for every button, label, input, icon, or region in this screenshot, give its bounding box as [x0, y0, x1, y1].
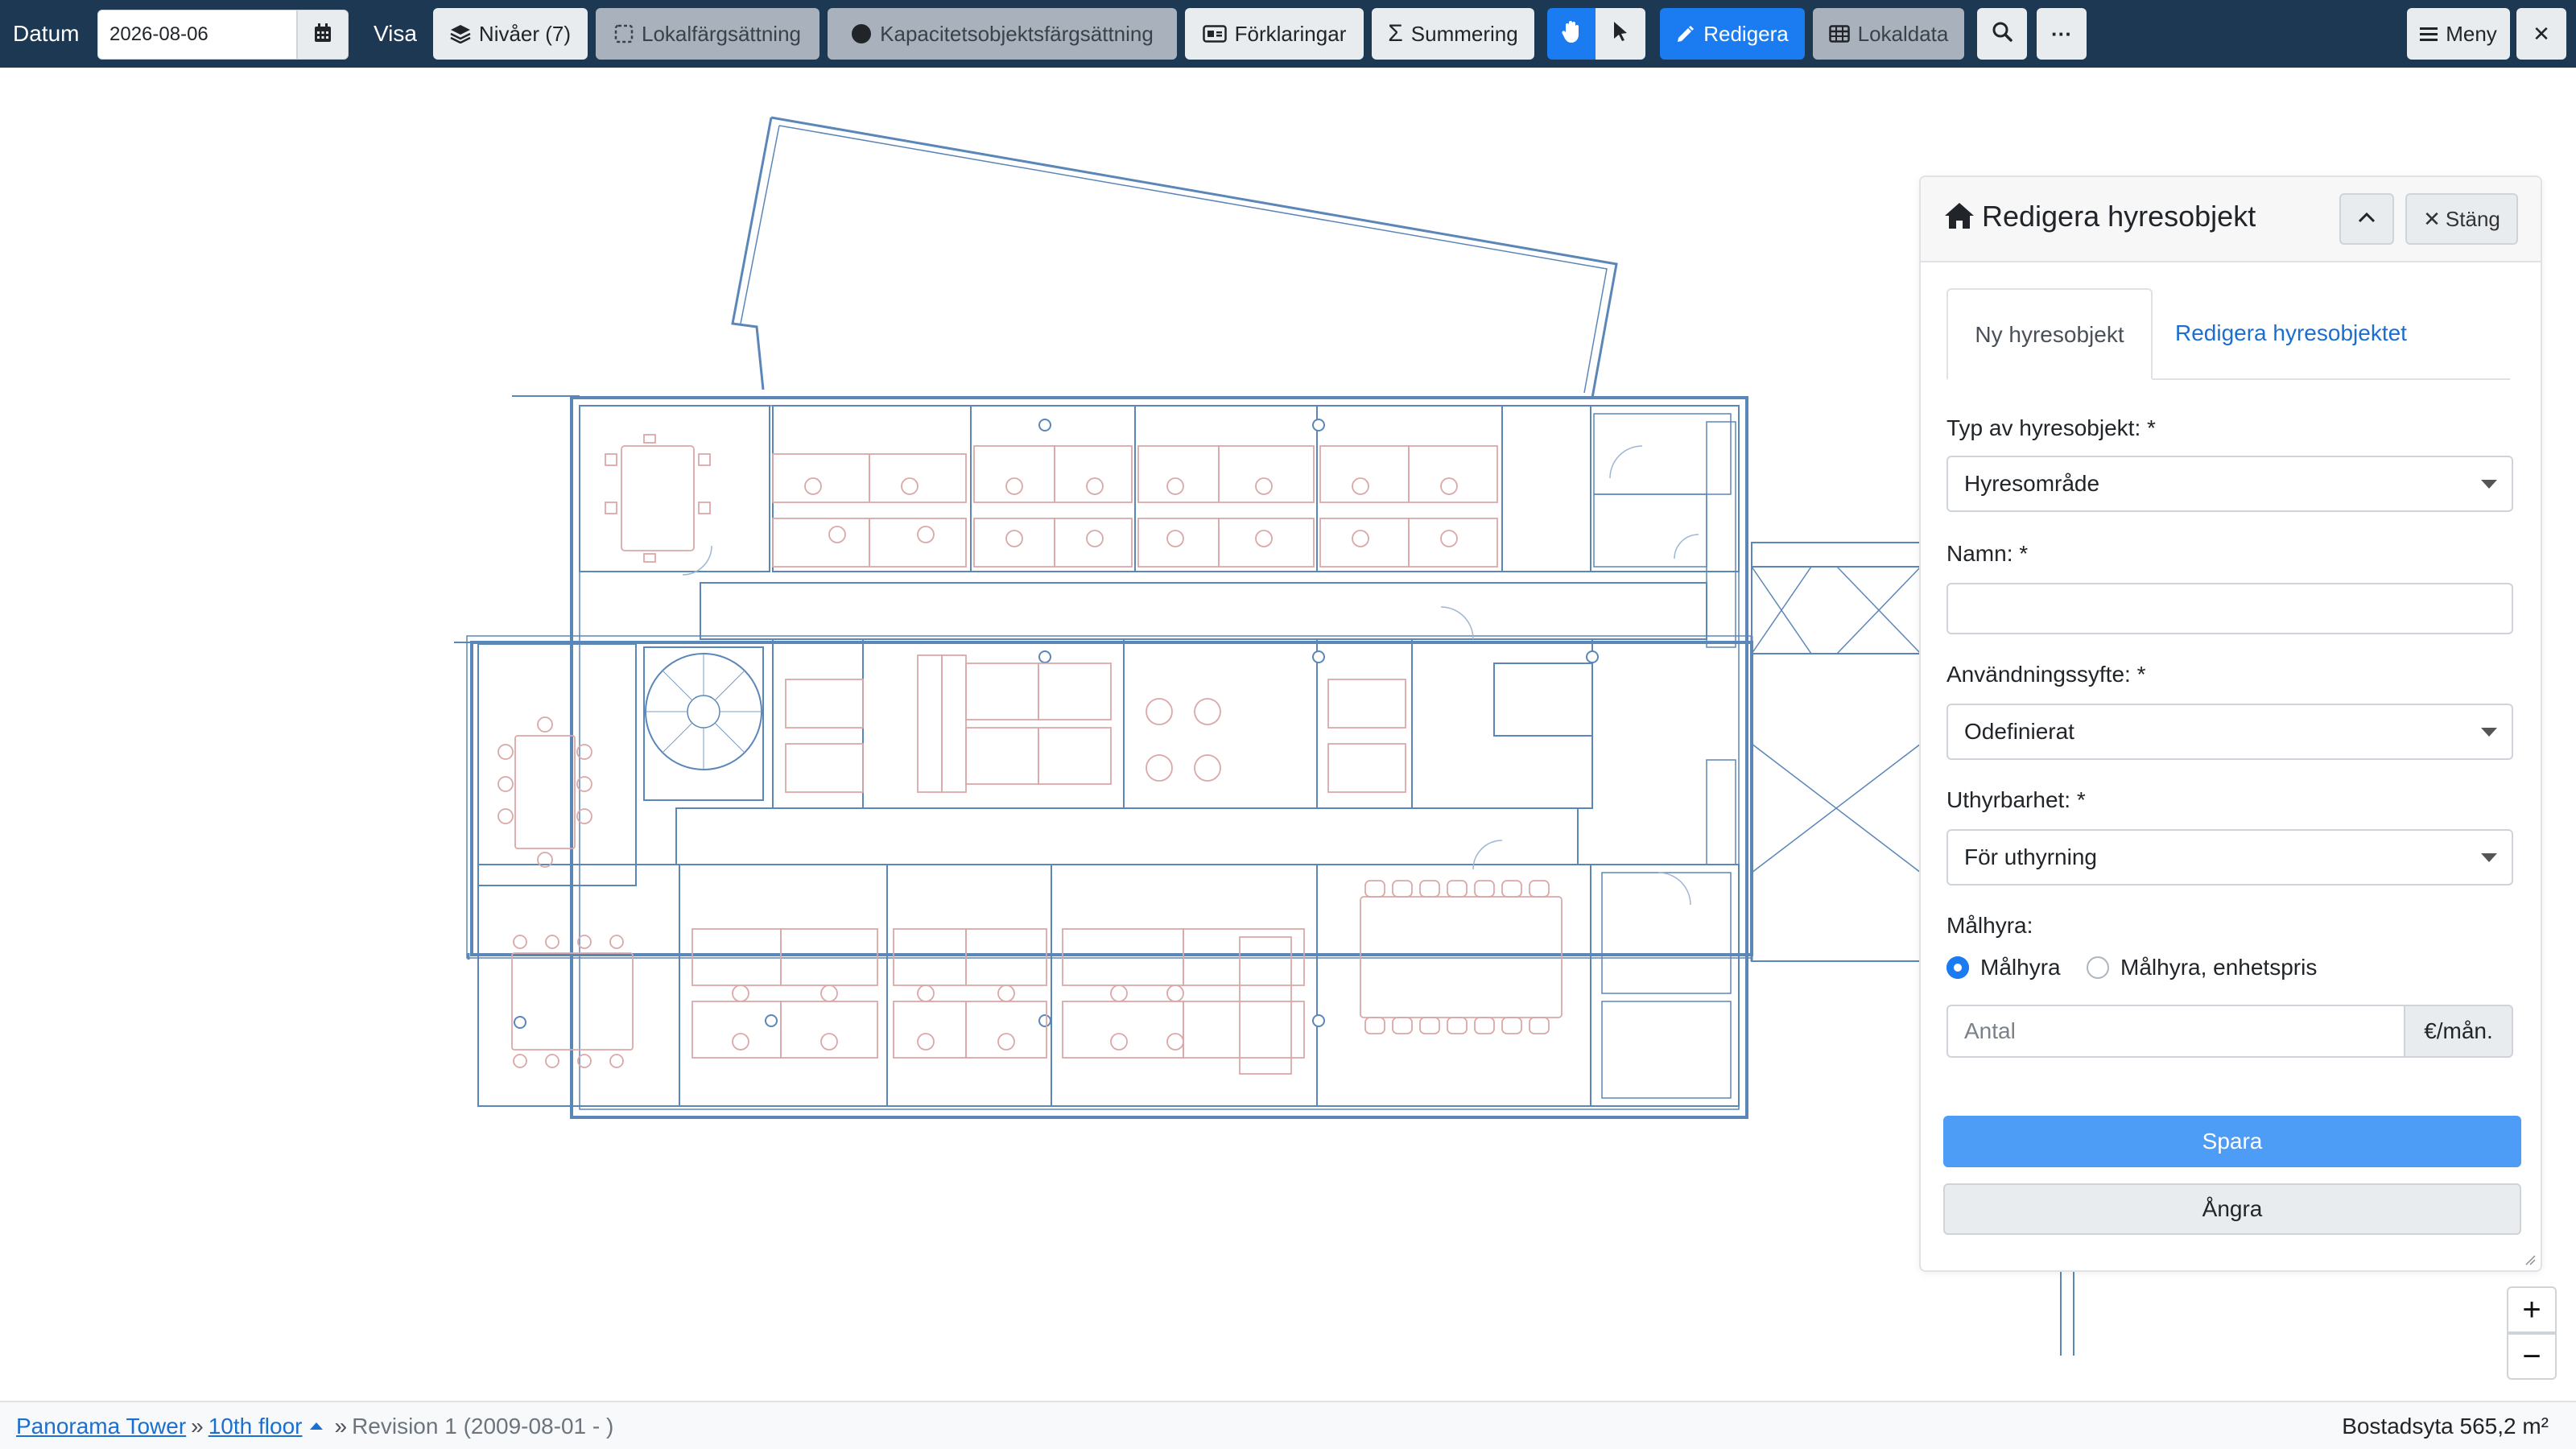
breadcrumb-revision: Revision 1 (2009-08-01 - ) [352, 1414, 614, 1439]
close-panel-button[interactable]: ✕ Stäng [2405, 193, 2518, 245]
top-toolbar: Datum 2026-08-06 Visa Nivåer (7) Lokalfä… [0, 0, 2576, 68]
breadcrumb: Panorama Tower» 10th floor» Revision 1 (20… [16, 1414, 613, 1439]
pencil-icon [1676, 24, 1695, 43]
search-button[interactable] [1977, 8, 2027, 60]
room-coloring-button[interactable]: Lokalfärgsättning [596, 8, 819, 60]
purpose-label: Användningssyfte: * [1946, 662, 2146, 687]
hamburger-icon [2420, 27, 2438, 41]
edit-rental-object-panel: Redigera hyresobjekt ✕ Stäng Ny hyresobj… [1919, 175, 2542, 1272]
purpose-select[interactable]: Odefinierat [1946, 704, 2513, 760]
area-summary: Bostadsyta 565,2 m² [2342, 1414, 2549, 1439]
radio-unit-price-label: Målhyra, enhetspris [2120, 955, 2318, 980]
select-tool-button[interactable] [1596, 8, 1645, 60]
caret-up-icon[interactable] [310, 1422, 324, 1430]
hand-icon [1561, 19, 1582, 49]
more-button[interactable]: ··· [2037, 8, 2087, 60]
panel-header: Redigera hyresobjekt ✕ Stäng [1921, 177, 2541, 262]
legends-label: Förklaringar [1234, 21, 1347, 46]
status-bar: Panorama Tower» 10th floor» Revision 1 (20… [0, 1401, 2576, 1449]
type-label: Typ av hyresobjekt: * [1946, 415, 2156, 440]
layers-icon [450, 24, 471, 43]
undo-button[interactable]: Ångra [1943, 1183, 2521, 1235]
rentability-value: För uthyrning [1964, 844, 2097, 869]
legends-button[interactable]: Förklaringar [1185, 8, 1364, 60]
save-button[interactable]: Spara [1943, 1116, 2521, 1167]
close-icon: ✕ [2533, 21, 2550, 46]
caret-down-icon [2481, 728, 2497, 737]
close-panel-label: Stäng [2445, 206, 2500, 231]
legend-card-icon [1202, 25, 1227, 43]
date-picker-button[interactable] [297, 10, 349, 60]
tab-edit-rental-object[interactable]: Redigera hyresobjektet [2175, 288, 2407, 380]
radio-target-rent-label: Målhyra [1980, 955, 2061, 980]
radio-unit-price[interactable]: Målhyra, enhetspris [2087, 955, 2317, 980]
levels-button[interactable]: Nivåer (7) [433, 8, 588, 60]
collapse-panel-button[interactable] [2339, 193, 2394, 245]
amount-input[interactable]: Antal [1946, 1005, 2405, 1058]
resize-grip-icon[interactable] [2524, 1254, 2536, 1265]
table-icon [1828, 25, 1850, 43]
tab-new-rental-object[interactable]: Ny hyresobjekt [1946, 288, 2153, 380]
panel-title: Redigera hyresobjekt [1982, 200, 2256, 233]
radio-selected-indicator [1946, 956, 1969, 979]
search-icon [1992, 21, 2013, 47]
radio-target-rent[interactable]: Målhyra [1946, 955, 2061, 980]
dashed-square-icon [614, 24, 634, 43]
zoom-out-button[interactable]: − [2507, 1333, 2557, 1380]
menu-label: Meny [2446, 21, 2497, 46]
menu-button[interactable]: Meny [2407, 8, 2510, 60]
rentability-select[interactable]: För uthyrning [1946, 829, 2513, 886]
type-value: Hyresområde [1964, 471, 2100, 496]
home-icon [1943, 201, 1975, 234]
room-data-label: Lokaldata [1857, 21, 1949, 46]
date-input[interactable]: 2026-08-06 [97, 10, 297, 60]
breadcrumb-floor-link[interactable]: 10th floor [208, 1414, 303, 1439]
room-data-button[interactable]: Lokaldata [1813, 8, 1964, 60]
breadcrumb-separator: » [191, 1414, 204, 1439]
edit-button[interactable]: Redigera [1660, 8, 1805, 60]
name-input[interactable] [1946, 583, 2513, 634]
panel-tabs: Ny hyresobjekt Redigera hyresobjektet [1946, 288, 2510, 380]
rentability-label: Uthyrbarhet: * [1946, 787, 2086, 812]
room-coloring-label: Lokalfärgsättning [641, 21, 802, 46]
breadcrumb-separator: » [334, 1414, 348, 1439]
capacity-coloring-button[interactable]: Kapacitetsobjektsfärgsättning [828, 8, 1177, 60]
caret-down-icon [2481, 853, 2497, 862]
sigma-icon: Σ [1388, 20, 1403, 47]
zoom-in-button[interactable]: + [2507, 1286, 2557, 1333]
summary-label: Summering [1410, 21, 1518, 46]
calendar-icon [314, 23, 332, 47]
show-label: Visa [374, 21, 417, 46]
edit-label: Redigera [1703, 21, 1789, 46]
more-icon: ··· [2051, 21, 2072, 46]
purpose-value: Odefinierat [1964, 719, 2074, 744]
radio-unselected-indicator [2087, 956, 2109, 979]
name-label: Namn: * [1946, 541, 2029, 566]
levels-label: Nivåer (7) [478, 21, 572, 46]
close-icon: ✕ [2423, 206, 2441, 231]
chevron-up-icon [2357, 211, 2376, 228]
close-app-button[interactable]: ✕ [2516, 8, 2566, 60]
summary-button[interactable]: Σ Summering [1372, 8, 1534, 60]
breadcrumb-building-link[interactable]: Panorama Tower [16, 1414, 186, 1439]
caret-down-icon [2481, 480, 2497, 489]
type-select[interactable]: Hyresområde [1946, 456, 2513, 512]
pointer-icon [1612, 20, 1629, 48]
date-label: Datum [13, 21, 80, 46]
amount-unit: €/mån. [2404, 1005, 2513, 1058]
target-rent-label: Målhyra: [1946, 913, 2033, 938]
capacity-coloring-label: Kapacitetsobjektsfärgsättning [880, 21, 1154, 46]
circle-icon [851, 23, 872, 44]
pan-tool-button[interactable] [1547, 8, 1596, 60]
